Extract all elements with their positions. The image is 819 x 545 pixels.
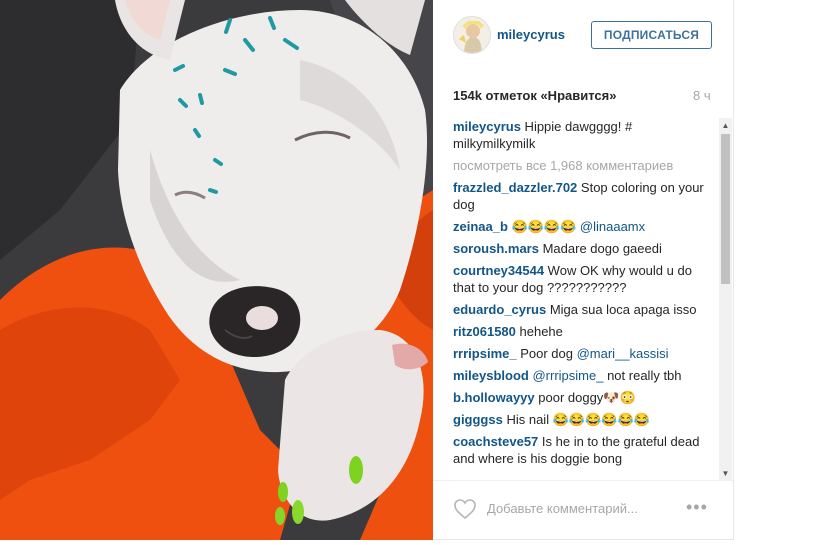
comment-mention[interactable]: @linaaamx [580,219,645,234]
comment-text: Miga sua loca apaga isso [546,302,697,317]
comment-username[interactable]: b.hollowayyy [453,390,535,405]
comment-username[interactable]: soroush.mars [453,241,539,256]
comment-mention[interactable]: @rrripsime_ [532,368,603,383]
like-heart-icon[interactable] [453,498,477,520]
post-details-panel: mileycyrus ПОДПИСАТЬСЯ 154k отметок «Нра… [433,0,734,540]
scroll-up-arrow-icon[interactable]: ▲ [719,118,732,132]
comment-text-after: not really tbh [603,368,682,383]
comment-username[interactable]: zeinaa_b [453,219,508,234]
comment-item: mileysblood @rrripsime_ not really tbh [453,367,709,384]
comment-item: eduardo_cyrus Miga sua loca apaga isso [453,301,709,318]
post-footer: Добавьте комментарий... ••• [433,480,733,539]
scroll-down-arrow-icon[interactable]: ▼ [719,466,732,480]
comment-item: zeinaa_b 😂😂😂😂 @linaaamx [453,218,709,235]
comments-scrollbar[interactable]: ▲ ▼ [719,118,732,480]
comment-username[interactable]: eduardo_cyrus [453,302,546,317]
comment-text: Poor dog [516,346,577,361]
comment-username[interactable]: courtney34544 [453,263,544,278]
post-photo[interactable] [0,0,433,540]
comment-item: gigggss His nail 😂😂😂😂😂😂 [453,411,709,428]
comment-username[interactable]: coachsteve57 [453,434,538,449]
comment-text: 😂😂😂😂 [507,219,580,234]
comment-username[interactable]: gigggss [453,412,503,427]
comment-mention[interactable]: @mari__kassisi [577,346,669,361]
dog-photo-image [0,0,433,540]
post-time[interactable]: 8 ч [693,88,711,103]
comment-username[interactable]: frazzled_dazzler.702 [453,180,577,195]
comment-text: His nail 😂😂😂😂😂😂 [502,412,650,427]
comment-username[interactable]: ritz061580 [453,324,516,339]
avatar-image [454,17,490,53]
username-link[interactable]: mileycyrus [497,27,565,42]
comments-list: mileycyrus Hippie dawgggg! # milkymilkym… [453,118,709,480]
comment-item: b.hollowayyy poor doggy🐶😳 [453,389,709,406]
avatar[interactable] [453,16,491,54]
comment-text: Madare dogo gaeedi [538,241,662,256]
view-all-comments-link[interactable]: посмотреть все 1,968 комментариев [453,157,709,174]
comment-item: coachsteve57 Is he in to the grateful de… [453,433,709,467]
likes-count[interactable]: 154k отметок «Нравится» [453,88,713,103]
comment-item: soroush.mars Madare dogo gaeedi [453,240,709,257]
comment-username[interactable]: rrripsime_ [453,346,517,361]
post-header: mileycyrus ПОДПИСАТЬСЯ [433,0,733,70]
more-options-icon[interactable]: ••• [686,497,708,518]
comment-text: poor doggy🐶😳 [534,390,636,405]
comment-item: frazzled_dazzler.702 Stop coloring on yo… [453,179,709,213]
comment-item: ritz061580 hehehe [453,323,709,340]
comment-item: courtney34544 Wow OK why would u do that… [453,262,709,296]
caption-comment: mileycyrus Hippie dawgggg! # milkymilkym… [453,118,709,152]
comment-item: rrripsime_ Poor dog @mari__kassisi [453,345,709,362]
add-comment-input[interactable]: Добавьте комментарий... [487,501,638,516]
comment-username[interactable]: mileysblood [453,368,529,383]
comment-text: hehehe [515,324,563,339]
comment-username[interactable]: mileycyrus [453,119,521,134]
scrollbar-thumb[interactable] [721,134,730,284]
follow-button[interactable]: ПОДПИСАТЬСЯ [591,21,712,49]
